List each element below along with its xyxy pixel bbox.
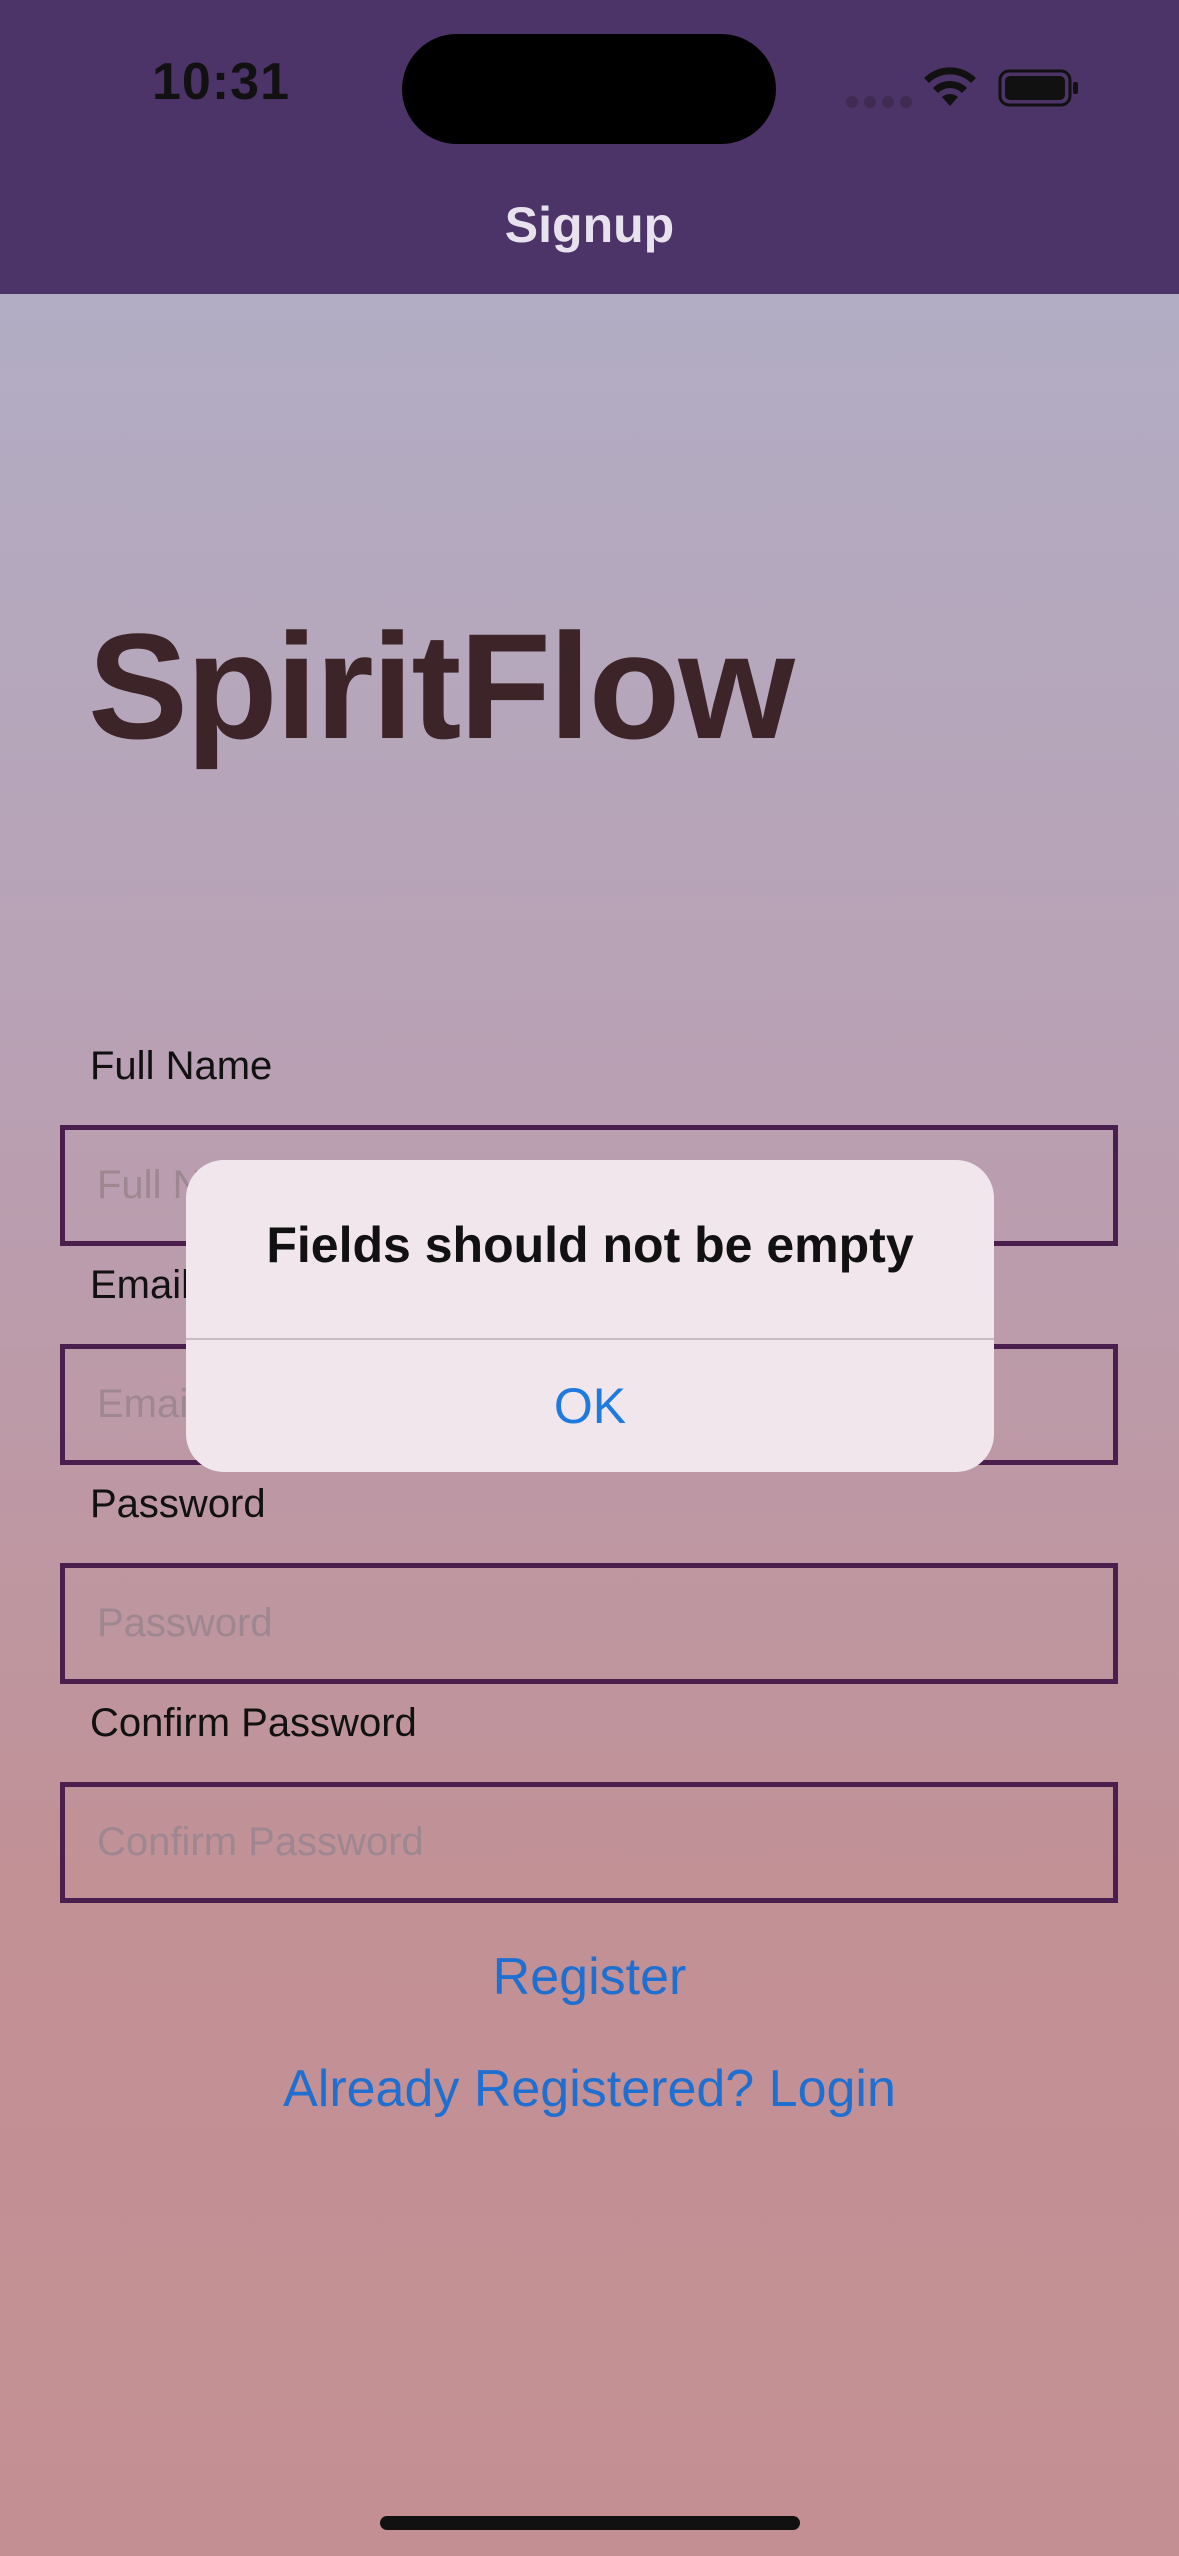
confirm-password-label: Confirm Password <box>90 1701 417 1745</box>
alert-title: Fields should not be empty <box>266 1217 914 1273</box>
navigation-bar: 10:31 Signup <box>0 0 1179 294</box>
full-name-label: Full Name <box>90 1044 273 1088</box>
app-title: SpiritFlow <box>88 602 795 770</box>
battery-icon <box>998 69 1078 107</box>
signup-screen: 10:31 Signup SpiritFlow Full Name Email … <box>0 0 1179 2556</box>
password-label: Password <box>90 1482 266 1526</box>
dynamic-island <box>402 34 776 144</box>
login-link[interactable]: Already Registered? Login <box>0 2058 1179 2120</box>
confirm-password-input[interactable] <box>60 1782 1118 1903</box>
register-button[interactable]: Register <box>0 1946 1179 2008</box>
nav-title: Signup <box>504 197 675 253</box>
alert-dialog: Fields should not be empty OK <box>186 1160 994 1472</box>
home-indicator[interactable] <box>380 2516 800 2530</box>
alert-ok-button[interactable]: OK <box>186 1340 994 1472</box>
email-label: Email <box>90 1263 191 1307</box>
status-time: 10:31 <box>152 53 290 111</box>
wifi-icon <box>924 67 976 106</box>
password-input[interactable] <box>60 1563 1118 1684</box>
cellular-signal-icon <box>846 96 912 108</box>
